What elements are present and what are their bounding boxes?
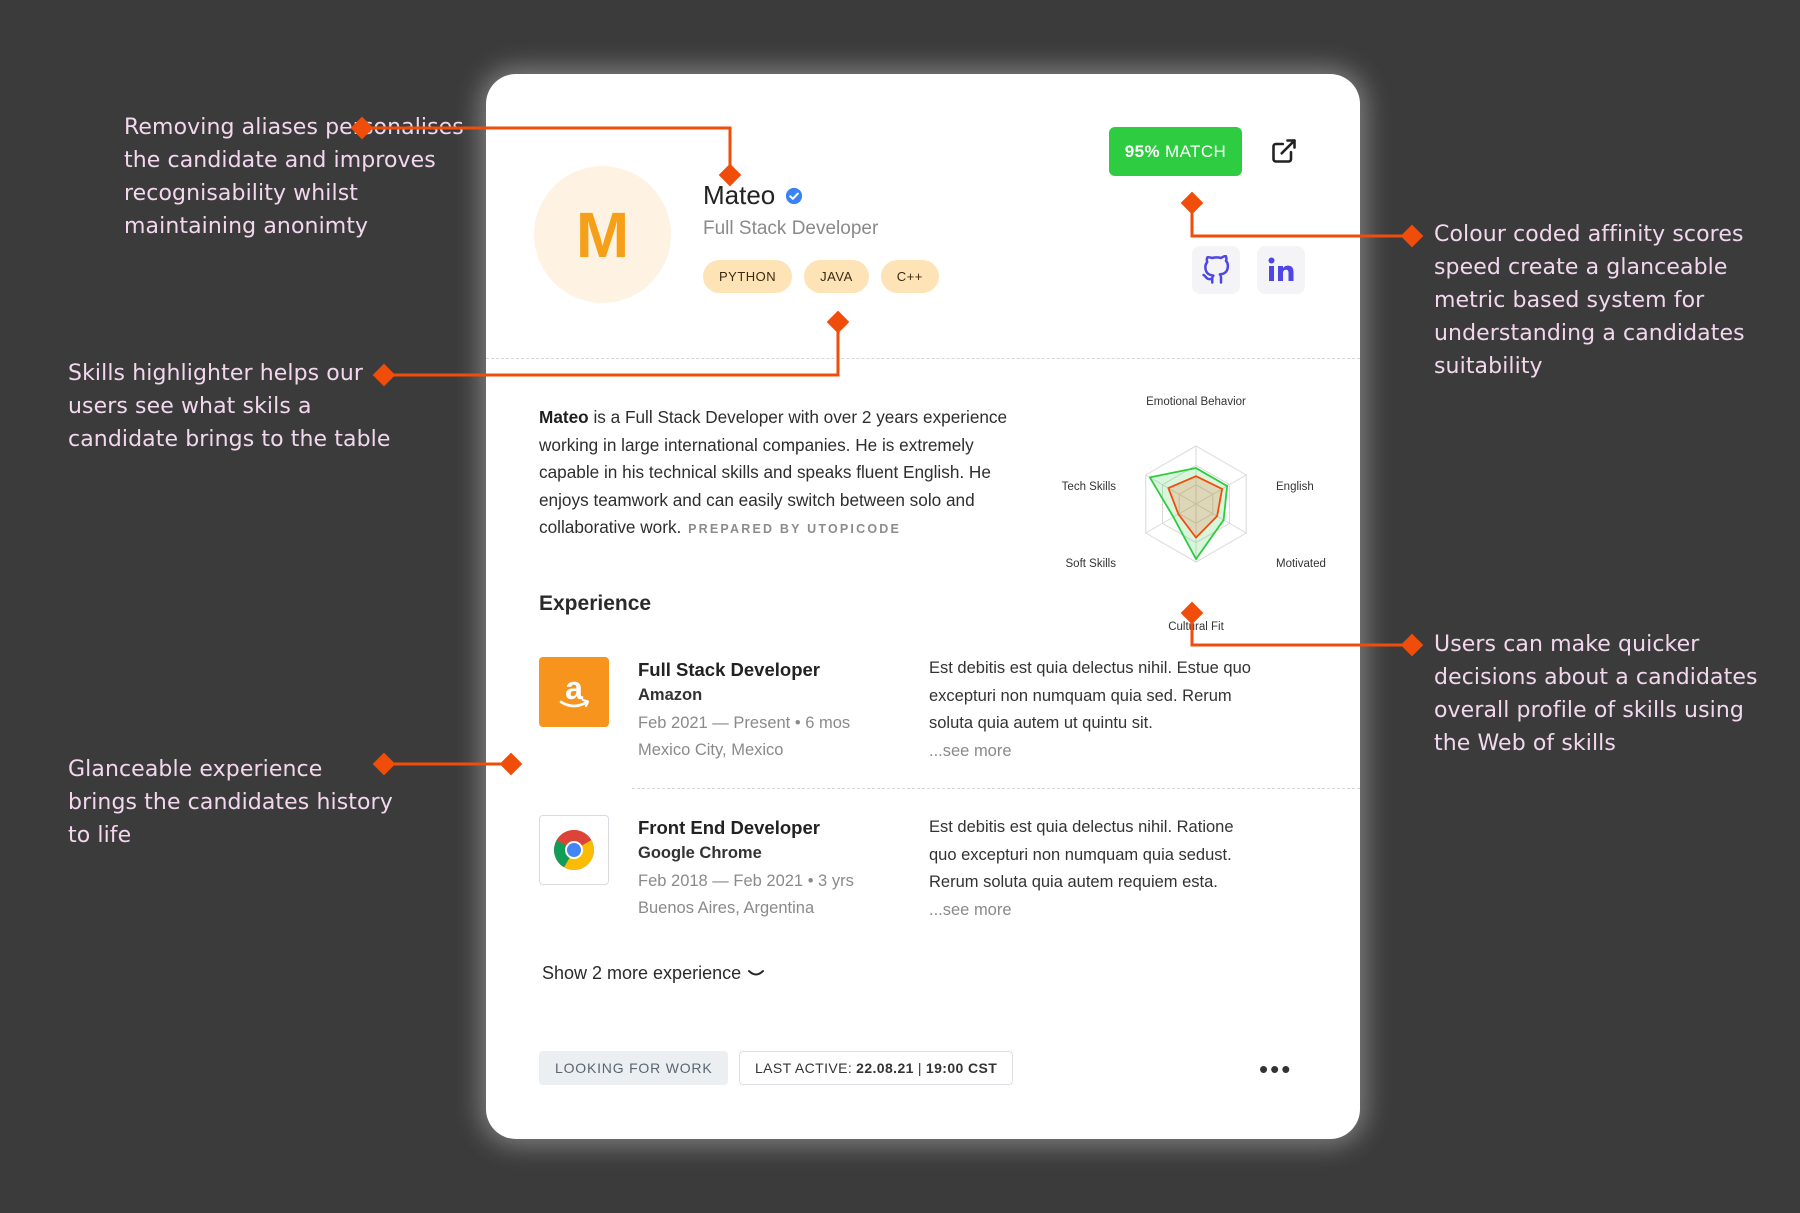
experience-dates: Feb 2021 — Present • 6 mos	[638, 714, 851, 732]
show-more-label: Show 2 more experience	[542, 963, 742, 983]
prepared-by-label: PREPARED BY UTOPICODE	[688, 522, 902, 536]
experience-description: Est debitis est quia delectus nihil. Est…	[929, 655, 1259, 765]
svg-text:a: a	[565, 670, 583, 706]
linkedin-icon	[1268, 257, 1294, 281]
connector-marker	[1400, 633, 1424, 657]
skills-list: PYTHON JAVA C++	[703, 260, 939, 293]
github-button[interactable]	[1192, 246, 1240, 294]
see-more-link[interactable]: ...see more	[929, 897, 1259, 925]
radar-axis-label: Cultural Fit	[1168, 621, 1224, 633]
experience-title: Front End Developer	[638, 817, 820, 838]
experience-location: Buenos Aires, Argentina	[638, 899, 815, 917]
last-active-separator: |	[917, 1060, 922, 1076]
last-active-date: 22.08.21	[856, 1060, 914, 1076]
experience-description: Est debitis est quia delectus nihil. Rat…	[929, 814, 1259, 924]
radar-axis-label: Soft Skills	[1066, 558, 1117, 570]
last-active-badge: LAST ACTIVE: 22.08.21 | 19:00 CST	[739, 1051, 1014, 1085]
skill-tag[interactable]: JAVA	[804, 260, 869, 293]
chevron-down-icon	[748, 969, 765, 975]
experience-divider	[632, 788, 1360, 789]
experience-heading: Experience	[539, 592, 652, 615]
external-link-icon	[1272, 139, 1296, 163]
candidate-card: M Mateo Full Stack Developer PYTHON JAVA…	[486, 74, 1360, 1139]
annotation-affinity: Colour coded affinity scores speed creat…	[1434, 222, 1745, 379]
show-more-experience-button[interactable]: Show 2 more experience	[542, 963, 765, 984]
header-divider	[486, 358, 1360, 359]
experience-company: Amazon	[638, 686, 703, 704]
radar-axis-label: Motivated	[1276, 558, 1326, 570]
connector-marker	[1400, 224, 1424, 248]
status-badge: LOOKING FOR WORK	[539, 1051, 729, 1085]
experience-location: Mexico City, Mexico	[638, 741, 784, 759]
match-score-badge: 95% MATCH	[1109, 127, 1242, 176]
annotation-aliases: Removing aliases personalises the candid…	[124, 115, 464, 239]
annotation-skills: Skills highlighter helps our users see w…	[68, 361, 391, 452]
verified-badge-icon	[786, 187, 803, 204]
name-row: Mateo	[703, 180, 803, 211]
radar-axis-label: English	[1276, 481, 1314, 493]
last-active-time: 19:00 CST	[925, 1060, 998, 1076]
web-of-skills-chart: Emotional Behavior English Motivated Cul…	[1062, 396, 1326, 633]
bio-name: Mateo	[539, 407, 589, 427]
candidate-bio: Mateo is a Full Stack Developer with ove…	[539, 404, 1029, 544]
match-score-label: MATCH	[1165, 141, 1227, 161]
more-options-icon[interactable]: •••	[1259, 1054, 1292, 1085]
annotation-experience: Glanceable experience brings the candida…	[68, 757, 393, 848]
bio-text: is a Full Stack Developer with over 2 ye…	[539, 407, 1008, 537]
annotation-web-of-skills: Users can make quicker decisions about a…	[1434, 632, 1758, 756]
amazon-logo-icon: a	[539, 657, 609, 727]
experience-dates: Feb 2018 — Feb 2021 • 3 yrs	[638, 872, 854, 890]
radar-axis-label: Emotional Behavior	[1146, 396, 1246, 408]
skill-tag[interactable]: PYTHON	[703, 260, 793, 293]
chrome-logo-icon	[539, 815, 609, 885]
avatar: M	[534, 166, 671, 303]
github-icon	[1202, 255, 1230, 284]
last-active-label: LAST ACTIVE:	[755, 1060, 853, 1076]
experience-description-text: Est debitis est quia delectus nihil. Rat…	[929, 818, 1234, 891]
experience-title: Full Stack Developer	[638, 659, 820, 680]
see-more-link[interactable]: ...see more	[929, 738, 1259, 766]
candidate-role: Full Stack Developer	[703, 218, 879, 239]
open-external-button[interactable]	[1260, 127, 1308, 175]
skill-tag[interactable]: C++	[880, 260, 939, 293]
experience-description-text: Est debitis est quia delectus nihil. Est…	[929, 659, 1251, 732]
radar-axis-label: Tech Skills	[1062, 481, 1117, 493]
linkedin-button[interactable]	[1257, 246, 1305, 294]
match-score-value: 95%	[1124, 141, 1161, 161]
experience-company: Google Chrome	[638, 844, 762, 862]
candidate-name: Mateo	[703, 180, 776, 210]
